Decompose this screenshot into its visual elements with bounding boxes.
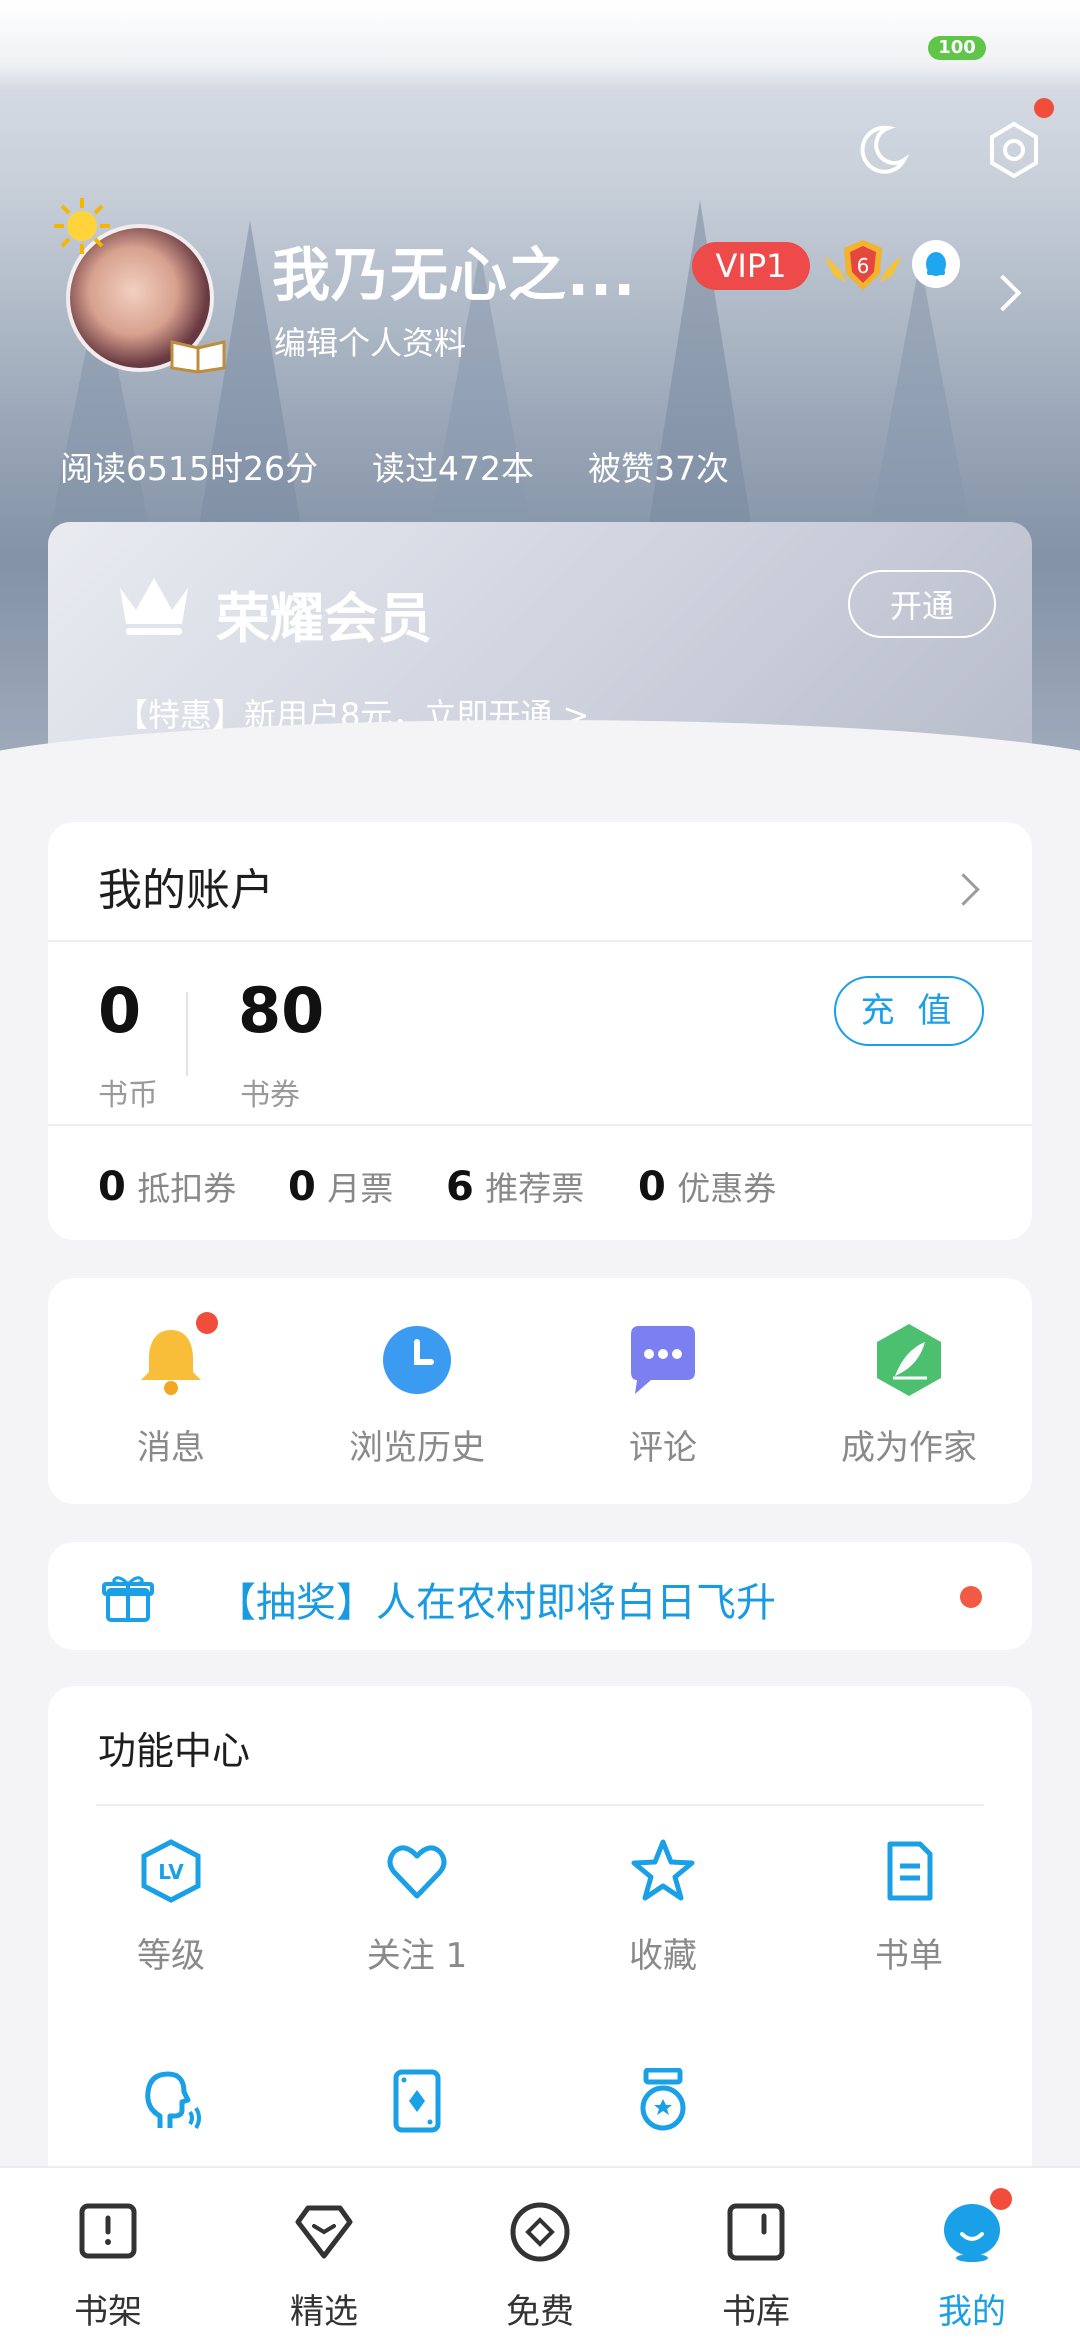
history-button[interactable]: 浏览历史 [294, 1278, 540, 1504]
booklist-button[interactable]: 书单 [786, 1838, 1032, 1988]
medal-icon [630, 2067, 696, 2134]
account-title[interactable]: 我的账户 [98, 854, 274, 918]
account-chevron-icon[interactable] [947, 873, 980, 906]
vouchers-label: 书券 [240, 1078, 300, 1113]
username[interactable]: 我乃无心之... [272, 228, 636, 312]
qq-bind-icon[interactable] [912, 240, 960, 288]
profile-chevron-icon[interactable] [984, 274, 1022, 312]
quick-actions-card: 消息 浏览历史 评论 成为作家 [48, 1278, 1032, 1504]
edit-profile-link[interactable]: 编辑个人资料 [274, 318, 466, 364]
comments-label: 评论 [629, 1428, 697, 1468]
level-button[interactable]: LV 等级 [48, 1838, 294, 1988]
recommend-ticket[interactable]: 6 推荐票 [446, 1162, 584, 1210]
booklist-label: 书单 [875, 1936, 943, 1976]
coins-value[interactable]: 0 [98, 974, 141, 1047]
become-author-button[interactable]: 成为作家 [786, 1278, 1032, 1504]
membership-card[interactable]: 荣耀会员 开通 【特惠】新用户8元，立即开通 > [48, 522, 1032, 752]
reading-time: 阅读6515时26分 [60, 449, 318, 488]
lottery-text[interactable]: 【抽奖】人在农村即将白日飞升 [216, 1570, 776, 1628]
divider [96, 1804, 984, 1806]
library-icon [724, 2200, 788, 2264]
settings-icon[interactable] [982, 118, 1046, 182]
lottery-notification-dot [960, 1586, 982, 1608]
recharge-button[interactable]: 充 值 [834, 976, 984, 1046]
nav-library[interactable]: 书库 [648, 2168, 864, 2342]
messages-button[interactable]: 消息 [48, 1278, 294, 1504]
open-membership-button[interactable]: 开通 [848, 570, 996, 638]
night-mode-icon[interactable] [850, 118, 914, 182]
membership-title: 荣耀会员 [216, 587, 432, 650]
feature-center-title: 功能中心 [98, 1729, 251, 1773]
heart-icon [384, 1838, 450, 1904]
bookshelf-icon [76, 2200, 140, 2264]
comments-button[interactable]: 评论 [540, 1278, 786, 1504]
crown-icon [116, 570, 192, 640]
nav-label: 书库 [722, 2292, 790, 2332]
vip-badge[interactable]: VIP1 [692, 242, 810, 290]
divider [48, 940, 1032, 942]
follow-label: 关注 1 [366, 1936, 468, 1976]
coupon[interactable]: 0 优惠券 [638, 1162, 776, 1210]
level-label: 等级 [137, 1936, 205, 1976]
booklist-icon [876, 1838, 942, 1904]
battery-indicator: 100 [928, 36, 986, 60]
gem-icon [292, 2200, 356, 2264]
history-label: 浏览历史 [349, 1428, 485, 1468]
nav-featured[interactable]: 精选 [216, 2168, 432, 2342]
level-icon: LV [138, 1838, 204, 1904]
lottery-banner[interactable]: 【抽奖】人在农村即将白日飞升 [48, 1542, 1032, 1650]
feature-center-card: 功能中心 LV 等级 关注 1 收藏 书单 [48, 1686, 1032, 2246]
reading-stats: 阅读6515时26分 读过472本 被赞37次 [60, 442, 729, 490]
bottom-navigation: 书架 精选 免费 书库 我的 [0, 2166, 1080, 2342]
deduction-voucher[interactable]: 0 抵扣券 [98, 1162, 236, 1210]
star-icon [630, 1838, 696, 1904]
gift-icon [102, 1572, 154, 1624]
become-author-label: 成为作家 [841, 1428, 977, 1468]
divider [186, 992, 188, 1076]
message-notification-dot [196, 1312, 218, 1334]
nav-free[interactable]: 免费 [432, 2168, 648, 2342]
profile-mascot-icon [940, 2200, 1004, 2264]
card-icon [384, 2068, 450, 2134]
favorites-button[interactable]: 收藏 [540, 1838, 786, 1988]
chat-bubble-icon [623, 1320, 703, 1400]
nav-bookshelf[interactable]: 书架 [0, 2168, 216, 2342]
level-shield-icon[interactable]: 6 [820, 236, 906, 296]
account-card: 我的账户 0 书币 80 书券 充 值 0 抵扣券 0 月票 6 推荐票 0 优… [48, 822, 1032, 1240]
nav-label: 精选 [290, 2292, 358, 2332]
coins-label: 书币 [98, 1078, 158, 1113]
vouchers-value[interactable]: 80 [238, 974, 324, 1047]
nav-mine[interactable]: 我的 [864, 2168, 1080, 2342]
settings-notification-dot [1034, 98, 1054, 118]
bell-icon [131, 1320, 211, 1400]
profile-header: 100 我乃无心之... 编辑个人资料 VIP1 6 阅读6515时26分 读过… [0, 0, 1080, 760]
nav-label: 免费 [506, 2292, 574, 2332]
book-badge-icon [168, 334, 228, 374]
status-bar-area [0, 0, 1080, 90]
sun-badge-icon [52, 196, 112, 256]
nav-label: 我的 [938, 2292, 1006, 2332]
free-icon [508, 2200, 572, 2264]
clock-icon [377, 1320, 457, 1400]
feather-pen-icon [869, 1320, 949, 1400]
divider [48, 1124, 1032, 1126]
follow-button[interactable]: 关注 1 [294, 1838, 540, 1988]
svg-text:LV: LV [158, 1860, 184, 1884]
nav-label: 书架 [74, 2292, 142, 2332]
likes-count: 被赞37次 [587, 449, 729, 488]
mine-notification-dot [990, 2188, 1012, 2210]
favorites-label: 收藏 [629, 1936, 697, 1976]
voice-icon [138, 2068, 204, 2134]
messages-label: 消息 [137, 1428, 205, 1468]
books-read: 读过472本 [371, 449, 534, 488]
monthly-ticket[interactable]: 0 月票 [288, 1162, 393, 1210]
svg-text:6: 6 [857, 254, 870, 278]
